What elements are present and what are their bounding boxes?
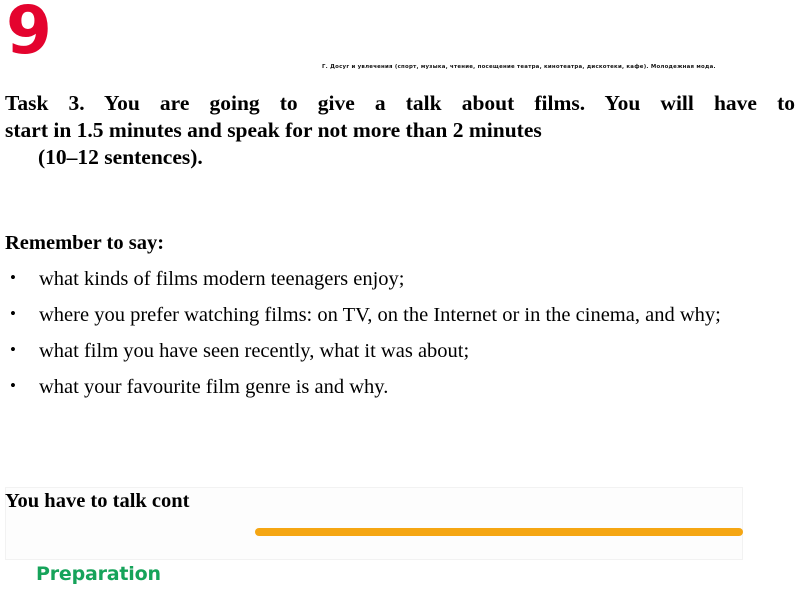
talk-points-list: • what kinds of films modern teenagers e… bbox=[5, 266, 765, 410]
remember-to-say-heading: Remember to say: bbox=[5, 232, 165, 254]
list-item-text: what film you have seen recently, what i… bbox=[39, 340, 470, 362]
bullet-dot-icon: • bbox=[10, 304, 16, 323]
task-heading-line-1: Task 3. You are going to give a talk abo… bbox=[5, 91, 795, 115]
bullet-dot-icon: • bbox=[10, 340, 16, 359]
list-item: • where you prefer watching films: on TV… bbox=[5, 302, 779, 328]
list-item: • what your favourite film genre is and … bbox=[5, 374, 765, 400]
task-heading-block: Task 3. You are going to give a talk abo… bbox=[5, 90, 795, 171]
list-item: • what film you have seen recently, what… bbox=[5, 338, 765, 364]
list-item: • what kinds of films modern teenagers e… bbox=[5, 266, 765, 292]
talk-continuously-text: You have to talk cont bbox=[5, 490, 190, 512]
orange-divider-bar bbox=[255, 528, 743, 536]
list-item-text: what kinds of films modern teenagers enj… bbox=[39, 268, 405, 290]
task-heading-line-2: start in 1.5 minutes and speak for not m… bbox=[5, 118, 542, 142]
task-heading-line-3: (10–12 sentences). bbox=[38, 145, 203, 169]
bullet-dot-icon: • bbox=[10, 268, 16, 287]
slide-canvas: 9 Г. Досуг и увлечения (спорт, музыка, ч… bbox=[0, 0, 800, 600]
slide-number: 9 bbox=[6, 0, 52, 69]
list-item-text: what your favourite film genre is and wh… bbox=[39, 376, 389, 398]
preparation-label: Preparation bbox=[36, 563, 161, 585]
bullet-dot-icon: • bbox=[10, 376, 16, 395]
list-item-text: where you prefer watching films: on TV, … bbox=[39, 304, 721, 326]
topic-caption: Г. Досуг и увлечения (спорт, музыка, чте… bbox=[322, 64, 716, 70]
